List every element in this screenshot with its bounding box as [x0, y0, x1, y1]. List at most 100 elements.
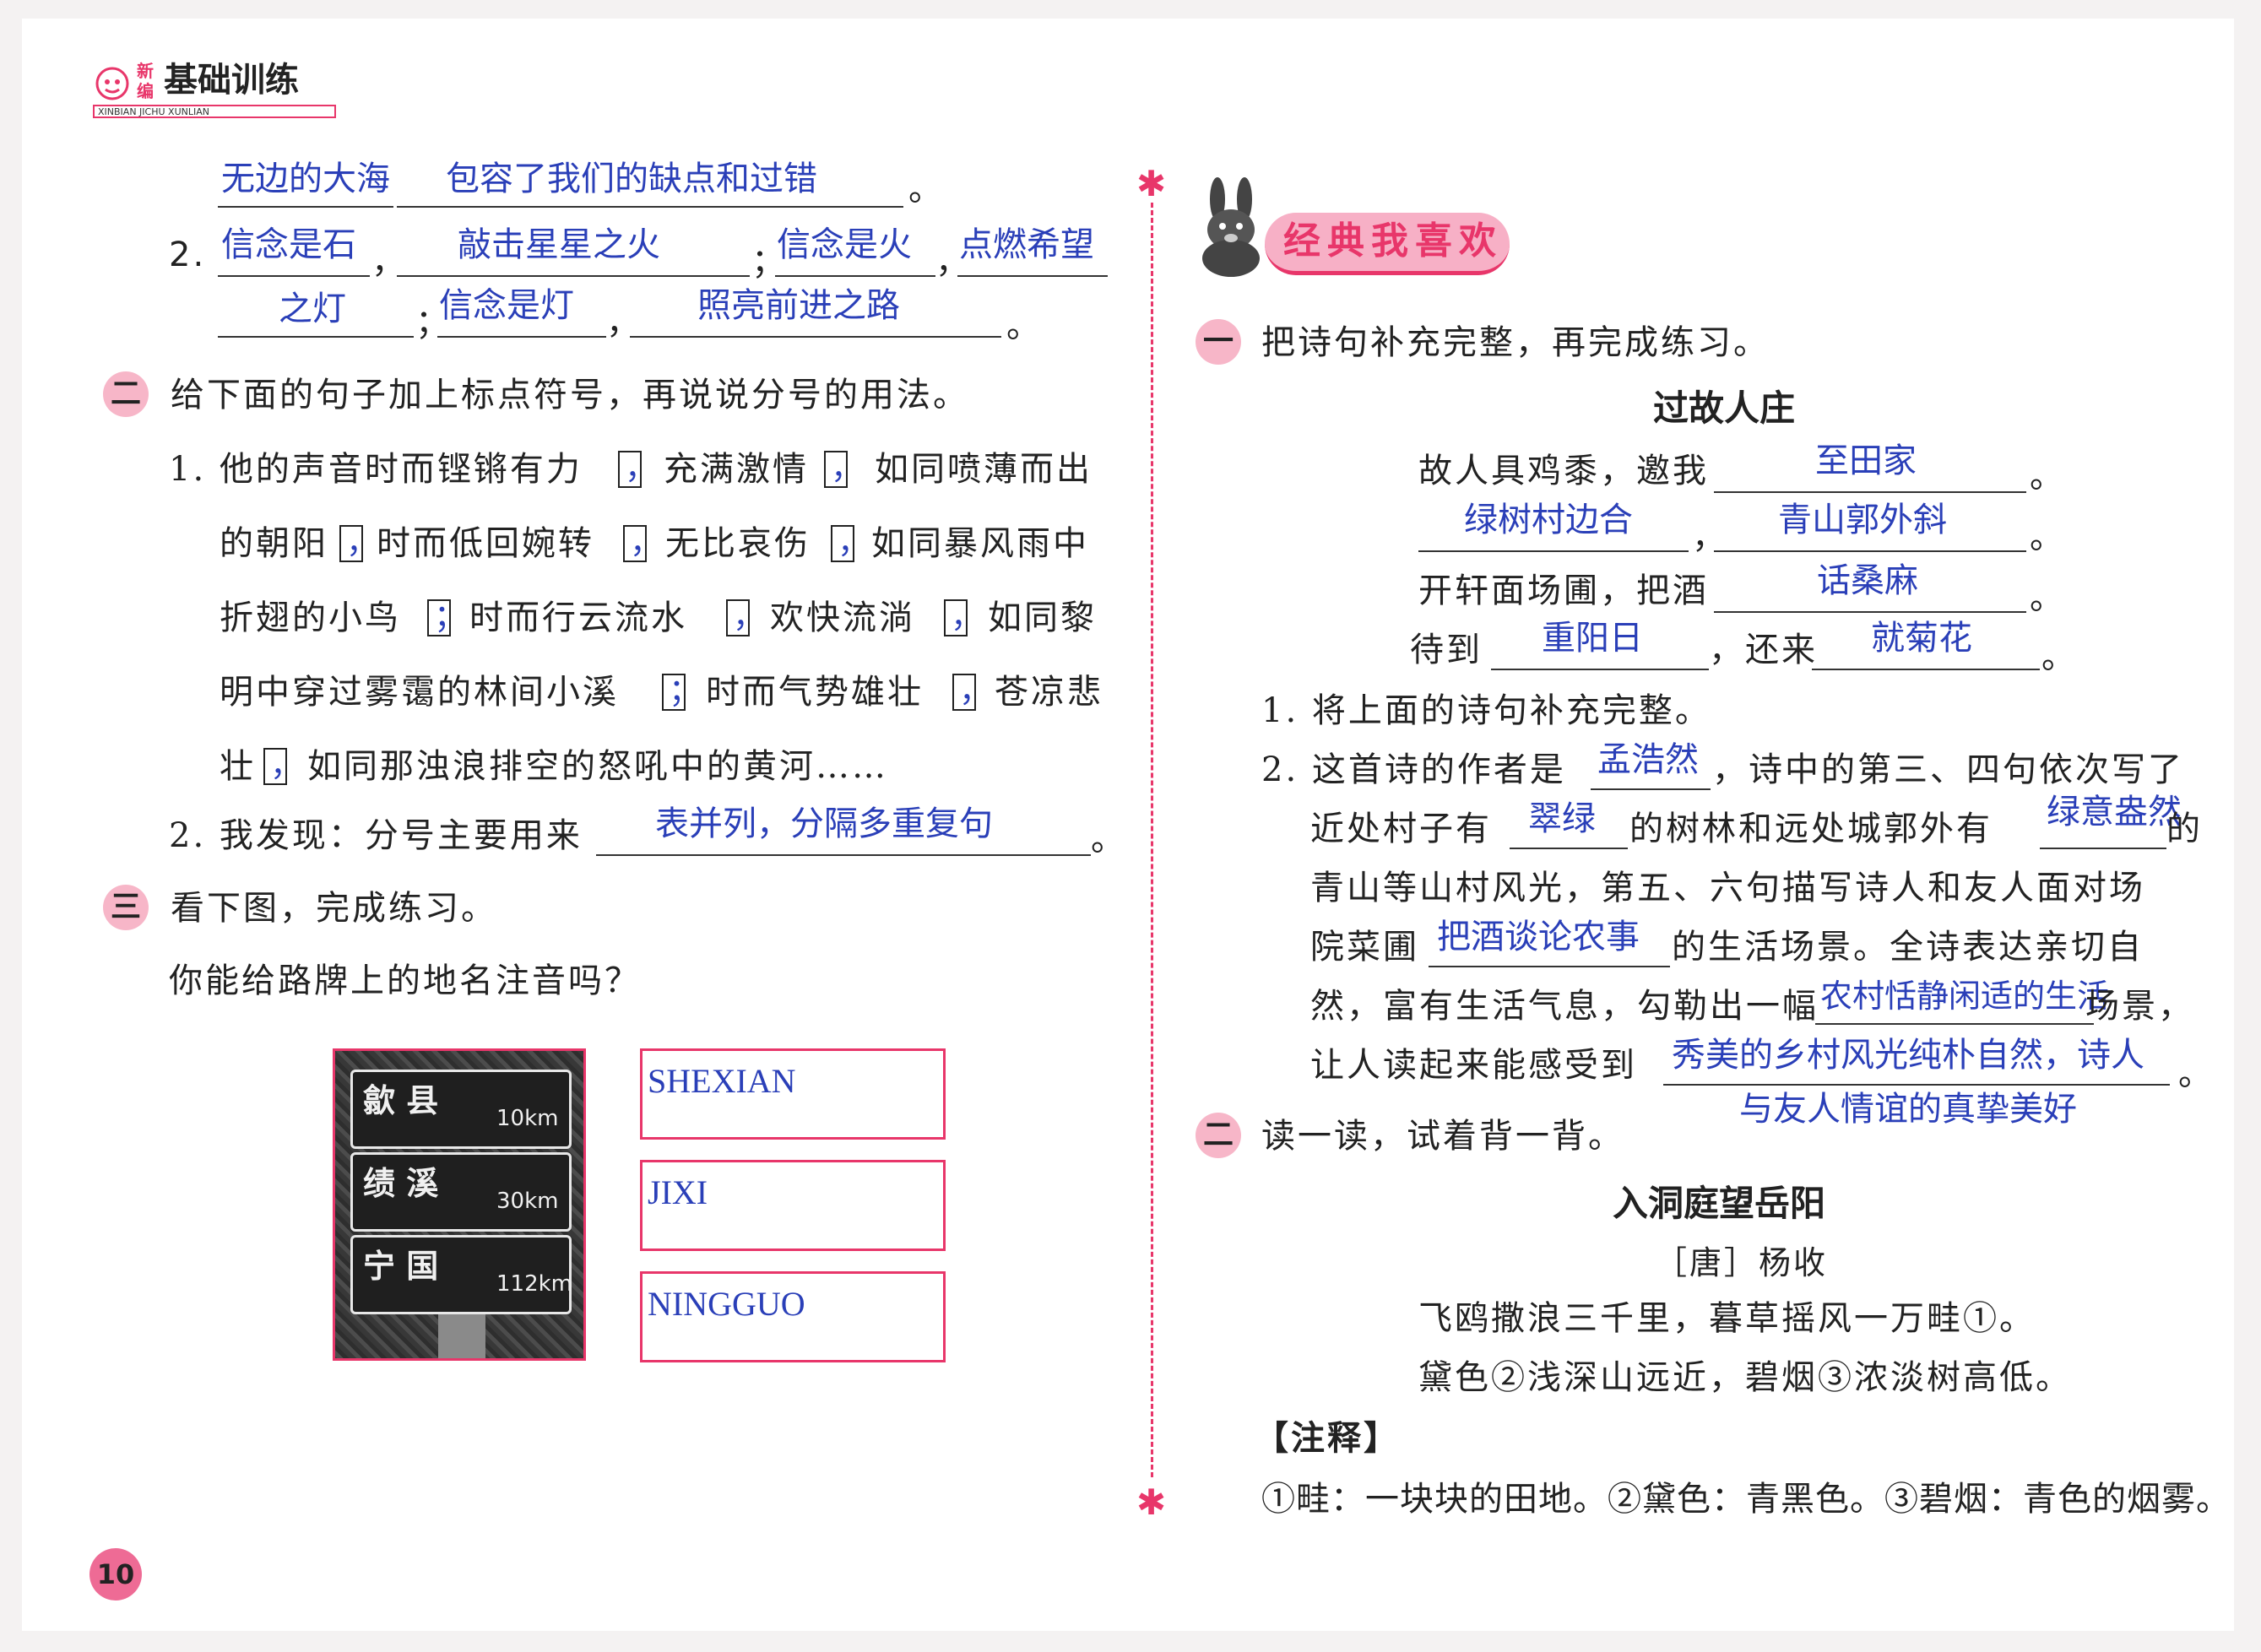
period: 。 — [2030, 578, 2066, 617]
blank-line — [1663, 1084, 2170, 1086]
q2-text: 青山等山村风光，第五、六句描写诗人和友人面对场 — [1310, 869, 2145, 907]
para-line: 的朝阳 — [220, 524, 328, 563]
blank-line — [2040, 848, 2166, 849]
rabbit-mascot-icon — [1202, 177, 1260, 277]
sheep-mascot-icon — [95, 67, 129, 100]
banner-title: 经典我喜欢 — [1283, 219, 1503, 263]
answer-poem: 重阳日 — [1542, 619, 1643, 658]
q2-text: 2. 这首诗的作者是 — [1261, 750, 1566, 789]
sign-place-name: 歙 县 — [363, 1082, 439, 1119]
period: 。 — [2030, 457, 2066, 496]
q2-text: 近处村子有 — [1310, 810, 1492, 848]
answer-picture: 农村恬静闲适的生活 — [1820, 978, 2110, 1015]
answer-poem: 至田家 — [1815, 441, 1917, 480]
item-number: 2. — [169, 236, 207, 274]
answer-author: 孟浩然 — [1597, 740, 1699, 779]
blank-line — [596, 854, 1091, 856]
poem2-author: ［唐］杨收 — [1655, 1244, 1829, 1281]
answer-semicolon-use: 表并列，分隔多重复句 — [655, 804, 993, 843]
answer-feeling: 秀美的乡村风光纯朴自然，诗人 — [1672, 1036, 2144, 1075]
blank-line — [630, 336, 1001, 338]
poem2-line: 飞鸥撒浪三千里，暮草摇风一万畦①。 — [1418, 1299, 2036, 1338]
para-line: 无比哀伤 — [665, 524, 811, 563]
para-line: 欢快流淌 — [770, 599, 915, 637]
find-prefix: 2. 我发现：分号主要用来 — [169, 816, 583, 855]
poem-line: 开轩面场圃，把酒 — [1418, 571, 1709, 610]
para-line: 时而低回婉转 — [377, 524, 594, 563]
section-title: 给下面的句子加上标点符号，再说说分号的用法。 — [171, 376, 969, 414]
sign-place-name: 宁 国 — [363, 1248, 439, 1285]
blank-line — [1429, 966, 1670, 967]
blank-line — [218, 206, 393, 208]
pinyin-answer-box[interactable]: NINGGUO — [640, 1271, 946, 1362]
punct-box[interactable]: ， — [263, 746, 302, 785]
answer-scene: 把酒谈论农事 — [1437, 918, 1640, 956]
para-line: 明中穿过雾霭的林间小溪 — [220, 673, 619, 712]
punct-box[interactable]: ， — [944, 598, 983, 636]
poem-line: ，还来 — [1709, 631, 1818, 669]
q2-text: 的生活场景。全诗表达亲切自 — [1672, 928, 2144, 967]
brand-small: 新编 — [137, 61, 154, 101]
question-1: 1. 将上面的诗句补充完整。 — [1261, 691, 1711, 730]
blank-line — [1815, 1023, 2094, 1025]
q2-text: 让人读起来能感受到 — [1310, 1046, 1637, 1085]
brand-title: 基础训练 — [164, 61, 299, 100]
sign-place-name: 绩 溪 — [363, 1165, 439, 1202]
period: 。 — [1091, 820, 1127, 858]
brand-logo: 新编 基础训练 XINBIAN JICHU XUNLIAN — [93, 59, 338, 128]
para-line: 时而行云流水 — [469, 599, 687, 637]
punct-box[interactable]: ， — [623, 523, 662, 562]
punct-box[interactable]: ； — [662, 672, 701, 711]
punct-box[interactable]: ， — [831, 523, 870, 562]
para-line: 折翅的小鸟 — [220, 599, 401, 637]
q2-text: 的 — [2166, 810, 2203, 848]
para-line: 时而气势雄壮 — [706, 673, 924, 712]
para-line: 如同喷薄而出 — [875, 450, 1093, 489]
pinyin-answer-box[interactable]: JIXI — [640, 1160, 946, 1251]
section-number-3: 三 — [103, 885, 149, 930]
punct-box[interactable]: ， — [726, 598, 765, 636]
answer-illuminate-road: 照亮前进之路 — [697, 286, 900, 325]
punct-box[interactable]: ， — [824, 449, 863, 488]
punct-box[interactable]: ， — [339, 523, 378, 562]
para-line: 充满激情 — [664, 450, 809, 489]
q2-text: ，诗中的第三、四句依次写了 — [1712, 750, 2184, 789]
blank-line — [397, 206, 903, 208]
blank-line — [1491, 669, 1709, 670]
answer-lush: 绿意盎然 — [2047, 793, 2182, 831]
sign-distance: 30km — [496, 1189, 559, 1214]
answer-poem: 话桑麻 — [1817, 561, 1918, 600]
divider-star-top-icon: ✱ — [1136, 163, 1167, 204]
center-divider — [1151, 203, 1153, 1477]
poem-line: 故人具鸡黍，邀我 — [1418, 452, 1709, 490]
period: 。 — [2041, 637, 2078, 676]
answer-lamp: 之灯 — [279, 290, 346, 328]
section-title: 把诗句补充完整，再完成练习。 — [1261, 323, 1770, 362]
punct-box[interactable]: ； — [427, 598, 466, 636]
answer-belief-lamp: 信念是灯 — [439, 286, 574, 325]
question: 你能给路牌上的地名注音吗？ — [169, 961, 641, 1000]
blank-line — [775, 275, 935, 277]
answer-poem: 绿树村边合 — [1464, 501, 1633, 539]
section-number-1: 一 — [1196, 319, 1241, 365]
punct-box[interactable]: ， — [952, 672, 991, 711]
section-number-2: 二 — [103, 371, 149, 417]
blank-line — [218, 275, 370, 277]
blank-line — [1510, 848, 1628, 849]
answer-tolerate: 包容了我们的缺点和过错 — [446, 160, 817, 198]
q2-text: 院菜圃 — [1310, 928, 1419, 967]
notes-label: 【注释】 — [1255, 1419, 1400, 1458]
para-line: 如同暴风雨中 — [871, 524, 1089, 563]
para-line: 如同黎 — [988, 599, 1097, 637]
road-sign-photo: 歙 县 10km 绩 溪 30km 宁 国 112km — [333, 1048, 586, 1361]
divider-star-bottom-icon: ✱ — [1136, 1481, 1167, 1523]
pinyin-answer-box[interactable]: SHEXIAN — [640, 1048, 946, 1140]
answer-feeling-cont: 与友人情谊的真挚美好 — [1739, 1090, 2077, 1129]
blank-line — [1418, 550, 1689, 552]
sign-panel: 绩 溪 30km — [350, 1152, 572, 1232]
poem2-line: 黛色②浅深山远近，碧烟③浓淡树高低。 — [1418, 1358, 2072, 1397]
blank-line — [957, 275, 1108, 277]
answer-belief-stone: 信念是石 — [221, 225, 356, 264]
punct-box[interactable]: ， — [618, 449, 657, 488]
notes-text: ①畦：一块块的田地。②黛色：青黑色。③碧烟：青色的烟雾。 — [1261, 1480, 2231, 1519]
